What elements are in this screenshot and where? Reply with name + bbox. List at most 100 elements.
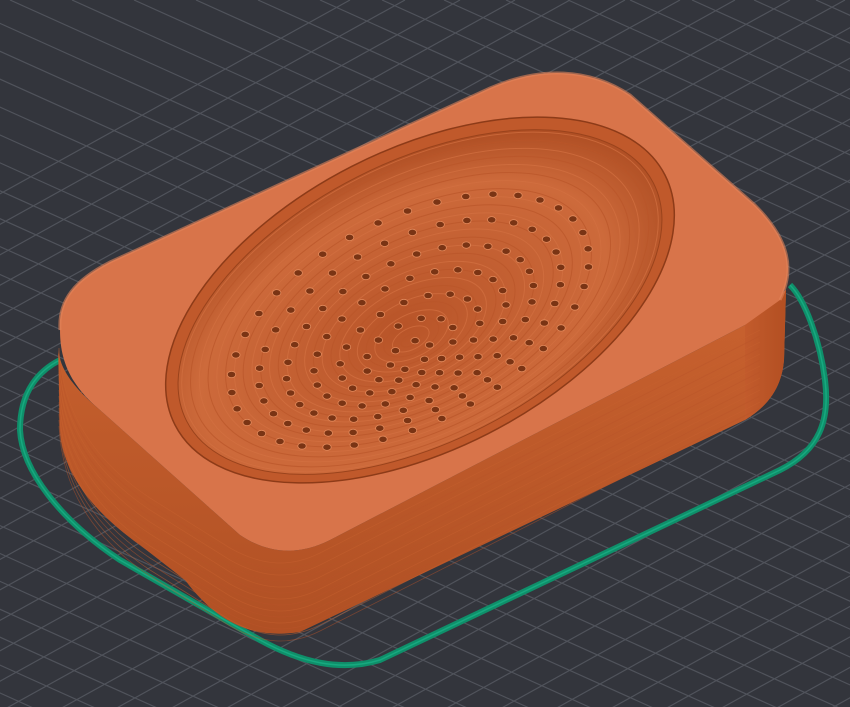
drain-hole xyxy=(405,274,415,282)
drain-hole xyxy=(297,442,307,450)
drain-hole xyxy=(535,196,545,204)
drain-hole xyxy=(462,216,472,224)
drain-hole xyxy=(290,341,300,349)
drain-hole xyxy=(448,323,458,332)
drain-hole xyxy=(402,207,413,215)
drain-hole xyxy=(492,352,502,360)
drain-hole xyxy=(349,441,359,449)
drain-hole xyxy=(283,358,293,366)
drain-hole xyxy=(579,282,589,291)
drain-hole xyxy=(309,409,319,417)
drain-hole xyxy=(322,443,332,451)
drain-hole xyxy=(242,418,252,427)
drain-hole xyxy=(286,306,296,314)
drain-hole xyxy=(373,219,383,227)
drain-hole xyxy=(488,190,498,198)
drain-hole xyxy=(553,204,564,212)
drain-hole xyxy=(568,215,578,223)
grid-line xyxy=(832,697,850,707)
drain-hole xyxy=(305,287,315,295)
drain-hole xyxy=(468,336,479,344)
drain-hole xyxy=(430,268,440,276)
drain-hole xyxy=(583,245,593,253)
drain-hole xyxy=(379,239,390,247)
drain-hole xyxy=(411,381,421,389)
drain-hole xyxy=(378,435,388,443)
drain-hole xyxy=(398,406,408,414)
drain-hole xyxy=(301,426,311,434)
drain-hole xyxy=(445,290,455,298)
drain-hole xyxy=(390,347,401,355)
drain-hole xyxy=(556,263,566,271)
drain-hole xyxy=(355,326,365,334)
drain-hole xyxy=(348,428,358,436)
drain-hole xyxy=(386,260,396,268)
drain-hole xyxy=(454,353,465,361)
drain-hole xyxy=(501,247,511,255)
drain-hole xyxy=(295,400,305,409)
drain-hole xyxy=(281,375,292,383)
drain-hole xyxy=(517,364,527,373)
drain-hole xyxy=(492,383,502,391)
drain-hole xyxy=(323,429,333,437)
drain-hole xyxy=(335,360,345,368)
drain-hole xyxy=(483,242,493,250)
drain-hole xyxy=(232,405,242,413)
drain-hole xyxy=(405,393,415,401)
drain-hole xyxy=(437,244,447,252)
drain-hole xyxy=(457,392,467,400)
drain-hole xyxy=(578,229,588,237)
drain-hole xyxy=(430,405,440,414)
drain-hole xyxy=(465,400,475,408)
drain-hole xyxy=(482,376,493,384)
drain-hole xyxy=(498,286,508,295)
drain-hole xyxy=(419,355,430,363)
drain-hole xyxy=(461,241,471,249)
drain-hole xyxy=(322,392,332,400)
drain-hole xyxy=(357,299,367,307)
drain-hole xyxy=(436,354,447,363)
drain-hole xyxy=(337,399,347,407)
drain-hole xyxy=(272,289,282,297)
drain-hole xyxy=(226,370,237,379)
drain-hole xyxy=(318,250,328,258)
drain-hole xyxy=(487,216,497,224)
drain-hole xyxy=(423,291,433,300)
drain-hole xyxy=(347,384,358,392)
drain-hole xyxy=(227,388,237,397)
drain-hole xyxy=(513,191,523,199)
drain-hole xyxy=(472,369,482,377)
drain-hole xyxy=(361,272,371,281)
drain-hole xyxy=(501,301,511,309)
drain-hole xyxy=(475,319,485,327)
drain-hole xyxy=(538,344,548,353)
drain-hole xyxy=(255,364,265,372)
drain-hole xyxy=(528,281,539,290)
drain-hole xyxy=(387,388,397,396)
drain-hole xyxy=(541,235,552,243)
drain-hole xyxy=(373,412,383,421)
drain-hole xyxy=(312,350,322,358)
drain-hole xyxy=(407,228,417,236)
drain-hole xyxy=(555,281,566,289)
drain-hole xyxy=(275,437,285,445)
3d-viewport[interactable] xyxy=(0,0,850,707)
drain-hole xyxy=(505,358,515,366)
drain-hole xyxy=(399,298,409,307)
drain-hole xyxy=(374,376,384,384)
drain-hole xyxy=(424,341,435,349)
drain-hole xyxy=(312,381,322,389)
drain-hole xyxy=(259,397,269,405)
drain-hole xyxy=(357,402,367,410)
drain-hole xyxy=(380,400,390,408)
drain-hole xyxy=(449,384,459,392)
drain-hole xyxy=(583,263,594,271)
drain-hole xyxy=(362,367,372,375)
drain-hole xyxy=(488,275,498,284)
drain-hole xyxy=(498,317,508,326)
drain-hole xyxy=(551,248,561,256)
drain-hole xyxy=(327,414,337,422)
print-preview-canvas[interactable] xyxy=(0,0,850,707)
drain-hole xyxy=(407,426,418,434)
drain-hole xyxy=(293,269,303,277)
